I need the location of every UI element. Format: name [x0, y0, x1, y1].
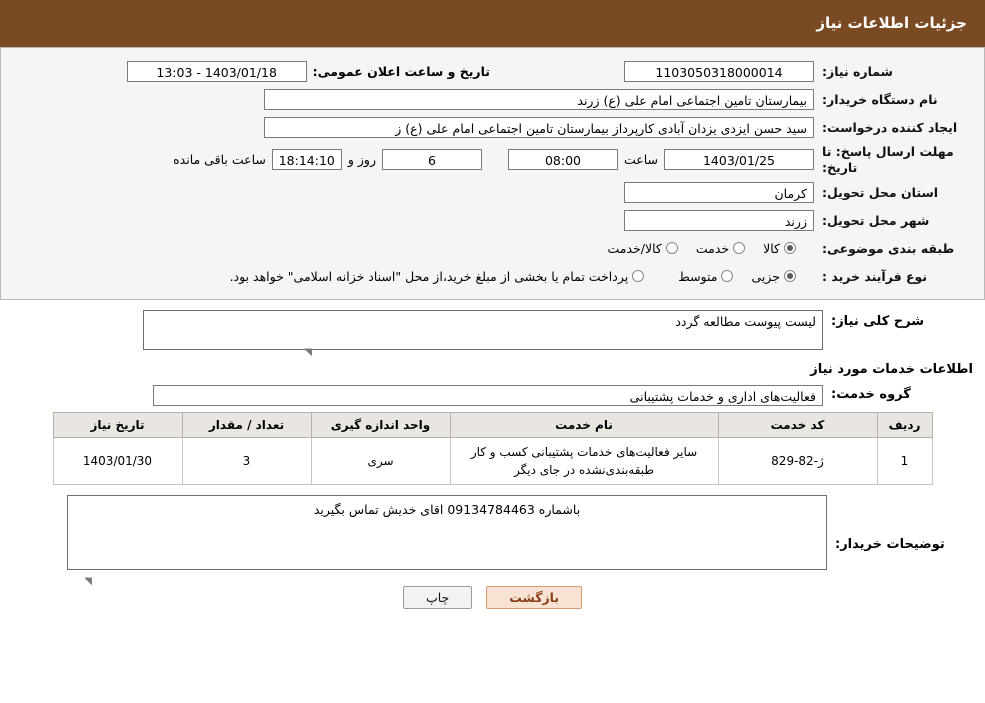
- row-service-group: گروه خدمت: فعالیت‌های اداری و خدمات پشتی…: [10, 385, 975, 407]
- row-process: نوع فرآیند خرید : جزیی متوسط پرداخت تمام…: [11, 265, 974, 287]
- row-deadline: مهلت ارسال پاسخ: تا تاریخ: 1403/01/25 سا…: [11, 144, 974, 175]
- description-label: شرح کلی نیاز:: [831, 314, 925, 330]
- page-root: AriaTender.net جزئیات اطلاعات نیاز شماره…: [0, 0, 985, 703]
- category-option-khedmat[interactable]: خدمت: [695, 240, 746, 256]
- radio-icon-note[interactable]: [632, 270, 645, 283]
- requester-label: ایجاد کننده درخواست:: [822, 119, 958, 135]
- requester-value: سید حسن ایزدی یزدان آبادی کارپرداز بیمار…: [264, 116, 814, 138]
- process-label: نوع فرآیند خرید :: [822, 268, 928, 284]
- process-note-wrap: پرداخت تمام یا بخشی از مبلغ خرید،از محل …: [230, 269, 645, 284]
- buyer-notes-textarea[interactable]: باشماره 09134784463 اقای خدیش تماس بگیری…: [67, 495, 827, 571]
- need-number-label: شماره نیاز:: [822, 63, 893, 79]
- remaining-time: 18:14:10: [271, 149, 342, 171]
- th-index: ردیف: [876, 412, 933, 439]
- service-group-value: فعالیت‌های اداری و خدمات پشتیبانی: [153, 385, 823, 407]
- cell-index: 1: [876, 437, 933, 486]
- row-city: شهر محل تحویل: زرند: [11, 209, 974, 231]
- cell-unit: سری: [310, 437, 451, 486]
- buyer-org-label: نام دستگاه خریدار:: [822, 91, 938, 107]
- category-option-khedmat-label: خدمت: [695, 240, 730, 256]
- table-row: 1 ژ-82-829 سایر فعالیت‌های خدمات پشتیبان…: [52, 437, 933, 486]
- th-qty: تعداد / مقدار: [181, 412, 312, 439]
- days-value: 6: [381, 149, 482, 171]
- buyer-notes-label: توضیحات خریدار:: [835, 537, 945, 553]
- city-label: شهر محل تحویل:: [822, 212, 930, 228]
- row-requester: ایجاد کننده درخواست: سید حسن ایزدی یزدان…: [11, 116, 974, 138]
- deadline-time: 08:00: [507, 149, 618, 171]
- process-option-jozei[interactable]: جزیی: [751, 269, 796, 284]
- cell-date: 1403/01/30: [52, 437, 183, 486]
- th-name: نام خدمت: [449, 412, 719, 439]
- buyer-org-value: بیمارستان تامین اجتماعی امام علی (ع) زرن…: [264, 88, 814, 110]
- resize-grip-icon[interactable]: ◥: [302, 348, 312, 358]
- print-button[interactable]: چاپ: [402, 586, 473, 610]
- radio-icon-jozei[interactable]: [784, 270, 796, 283]
- th-unit: واحد اندازه گیری: [310, 412, 451, 439]
- category-option-kala-khedmat-label: کالا/خدمت: [607, 240, 662, 256]
- category-label: طبقه بندی موضوعی:: [822, 240, 955, 256]
- cell-name: سایر فعالیت‌های خدمات پشتیبانی کسب و کار…: [449, 437, 719, 486]
- row-buyer-org: نام دستگاه خریدار: بیمارستان تامین اجتما…: [11, 88, 974, 110]
- process-option-motevaset-label: متوسط: [678, 268, 718, 284]
- table-header-row: ردیف کد خدمت نام خدمت واحد اندازه گیری ت…: [52, 412, 933, 439]
- days-unit: روز و: [347, 152, 376, 168]
- category-option-kala-khedmat[interactable]: کالا/خدمت: [607, 240, 678, 256]
- row-province: استان محل تحویل: کرمان: [11, 181, 974, 203]
- row-category: طبقه بندی موضوعی: کالا خدمت کالا/خدمت: [11, 237, 974, 259]
- radio-icon-kala[interactable]: [784, 242, 796, 255]
- description-textarea[interactable]: لیست پیوست مطالعه گردد: [143, 310, 823, 351]
- city-value: زرند: [624, 209, 814, 231]
- details-section: شرح کلی نیاز: لیست پیوست مطالعه گردد ◥ ا…: [0, 300, 985, 614]
- row-buyer-notes: توضیحات خریدار: باشماره 09134784463 اقای…: [10, 495, 975, 571]
- row-need-number: شماره نیاز: 1103050318000014 تاریخ و ساع…: [11, 60, 974, 82]
- page-title: جزئیات اطلاعات نیاز: [0, 0, 985, 47]
- process-option-motevaset[interactable]: متوسط: [678, 268, 734, 284]
- announce-datetime-label: تاریخ و ساعت اعلان عمومی:: [312, 63, 490, 79]
- resize-grip-icon-notes[interactable]: ◥: [82, 577, 92, 587]
- process-option-jozei-label: جزیی: [751, 268, 780, 284]
- time-label: ساعت: [623, 152, 658, 168]
- process-note: پرداخت تمام یا بخشی از مبلغ خرید،از محل …: [229, 268, 629, 284]
- th-date: تاریخ نیاز: [52, 412, 183, 439]
- need-number-value: 1103050318000014: [624, 60, 814, 82]
- services-table: ردیف کد خدمت نام خدمت واحد اندازه گیری ت…: [52, 412, 933, 486]
- services-section-title: اطلاعات خدمات مورد نیاز: [810, 362, 973, 378]
- category-option-kala-label: کالا: [763, 240, 780, 256]
- th-code: کد خدمت: [717, 412, 878, 439]
- button-bar: بازگشت چاپ: [10, 586, 975, 610]
- need-info-panel: شماره نیاز: 1103050318000014 تاریخ و ساع…: [0, 47, 985, 301]
- province-label: استان محل تحویل:: [822, 184, 939, 200]
- back-button[interactable]: بازگشت: [486, 586, 583, 610]
- deadline-date: 1403/01/25: [664, 149, 814, 171]
- radio-icon-motevaset[interactable]: [721, 270, 734, 283]
- radio-icon-khedmat[interactable]: [733, 242, 746, 255]
- announce-datetime-value: 1403/01/18 - 13:03: [126, 60, 307, 82]
- province-value: کرمان: [624, 181, 814, 203]
- service-group-label: گروه خدمت:: [831, 387, 911, 403]
- cell-qty: 3: [181, 437, 312, 486]
- row-description: شرح کلی نیاز: لیست پیوست مطالعه گردد: [10, 310, 975, 351]
- radio-icon-kala-khedmat[interactable]: [665, 242, 678, 255]
- remaining-suffix: ساعت باقی مانده: [173, 152, 266, 168]
- category-option-kala[interactable]: کالا: [763, 241, 796, 256]
- cell-code: ژ-82-829: [717, 437, 878, 486]
- deadline-label: مهلت ارسال پاسخ: تا تاریخ:: [822, 144, 954, 175]
